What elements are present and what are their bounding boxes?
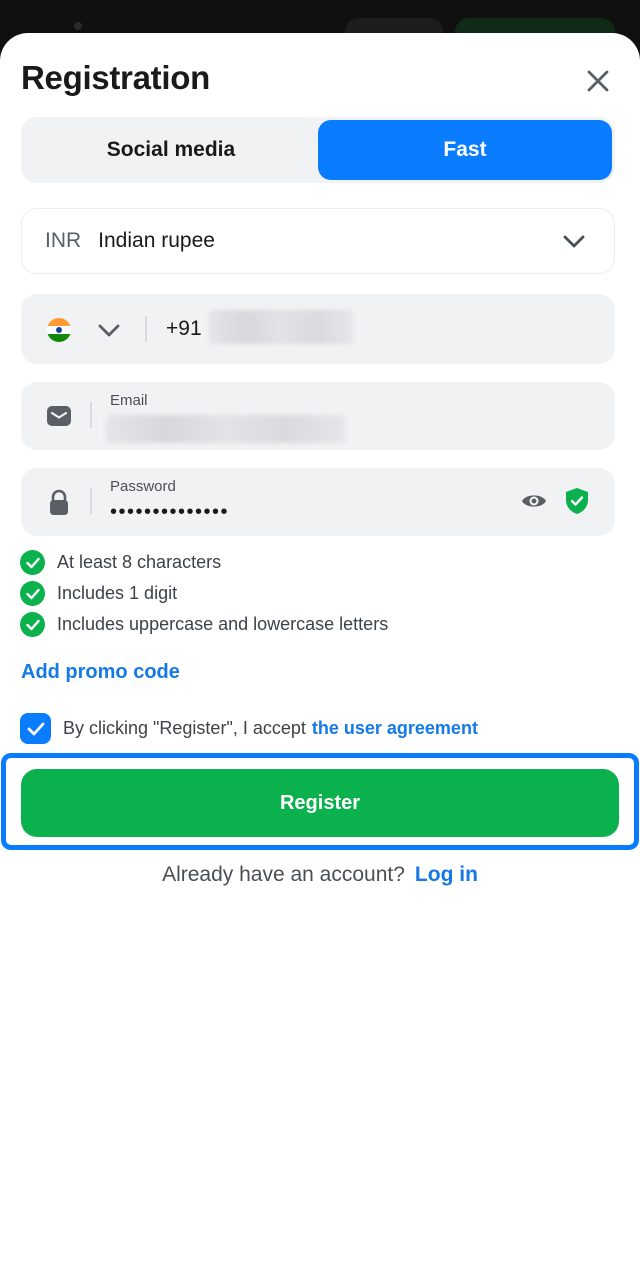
divider	[90, 402, 92, 428]
tab-fast[interactable]: Fast	[318, 120, 612, 180]
chevron-down-icon	[563, 235, 585, 248]
checkmark-icon	[27, 722, 44, 735]
register-button-highlight: Register	[1, 753, 639, 850]
mail-icon	[47, 406, 71, 426]
password-rule-text: At least 8 characters	[57, 552, 222, 572]
registration-type-tabs: Social media Fast	[21, 117, 615, 183]
phone-country-code: +91	[166, 317, 202, 340]
phone-number-input[interactable]	[209, 310, 354, 344]
background-logo	[74, 22, 82, 30]
currency-code: INR	[45, 229, 82, 252]
add-promo-code-link[interactable]: Add promo code	[21, 661, 180, 684]
country-chevron-down-icon[interactable]	[97, 318, 121, 342]
phone-field: +91	[21, 294, 615, 364]
currency-select[interactable]: INR Indian rupee	[21, 208, 615, 274]
eye-icon[interactable]	[520, 490, 548, 512]
password-rules-list: At least 8 characters Includes 1 digit I…	[20, 547, 388, 640]
divider	[90, 488, 92, 514]
agreement-checkbox[interactable]	[20, 713, 51, 744]
page-title: Registration	[21, 59, 210, 96]
currency-name: Indian rupee	[98, 229, 215, 252]
check-circle-icon	[20, 581, 45, 606]
check-circle-icon	[20, 550, 45, 575]
password-rule: At least 8 characters	[20, 547, 388, 578]
user-agreement-link[interactable]: the user agreement	[312, 718, 478, 739]
email-field[interactable]: Email	[21, 382, 615, 450]
registration-sheet: Registration Social media Fast INR India…	[0, 33, 640, 1280]
shield-check-icon	[566, 488, 588, 514]
log-in-link[interactable]: Log in	[415, 863, 478, 886]
close-button[interactable]	[578, 61, 618, 101]
divider	[145, 316, 147, 342]
agreement-row: By clicking "Register", I accept the use…	[20, 713, 478, 744]
password-rule: Includes 1 digit	[20, 578, 388, 609]
close-icon	[587, 70, 609, 92]
agreement-text: By clicking "Register", I accept	[63, 718, 306, 738]
email-input[interactable]	[106, 415, 346, 443]
login-prompt: Already have an account? Log in	[0, 863, 640, 887]
password-label: Password	[110, 478, 176, 495]
password-field[interactable]: Password ••••••••••••••	[21, 468, 615, 536]
login-prompt-text: Already have an account?	[162, 863, 405, 886]
check-circle-icon	[20, 612, 45, 637]
password-rule-text: Includes uppercase and lowercase letters	[57, 614, 389, 634]
password-input[interactable]: ••••••••••••••	[110, 501, 229, 524]
register-button[interactable]: Register	[21, 769, 619, 837]
india-flag-icon	[47, 318, 71, 342]
email-label: Email	[110, 392, 148, 409]
password-rule: Includes uppercase and lowercase letters	[20, 609, 388, 640]
lock-icon	[50, 489, 68, 515]
tab-social-media[interactable]: Social media	[24, 120, 318, 180]
password-rule-text: Includes 1 digit	[57, 583, 178, 603]
